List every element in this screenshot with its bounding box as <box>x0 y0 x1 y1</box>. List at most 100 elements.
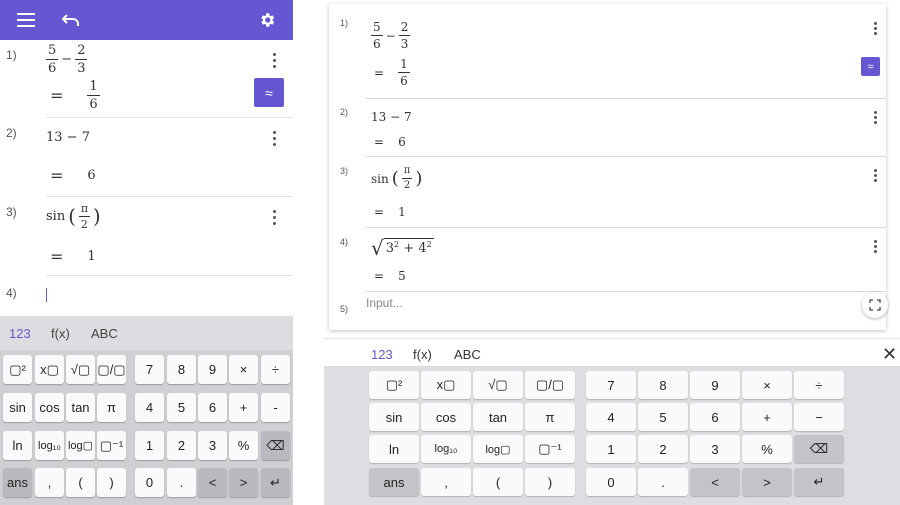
enter-key[interactable]: ↵ <box>794 468 844 496</box>
square-key[interactable]: ▢² <box>369 371 419 399</box>
fraction-key[interactable]: ▢/▢ <box>97 355 126 384</box>
approx-button[interactable]: ≈ <box>861 57 880 76</box>
close-icon[interactable]: ✕ <box>882 345 897 363</box>
tab-abc[interactable]: ABC <box>91 326 118 341</box>
key-5[interactable]: 5 <box>638 403 688 431</box>
open-paren-key[interactable]: ( <box>66 468 95 497</box>
key-2[interactable]: 2 <box>167 431 196 460</box>
input-placeholder[interactable]: Input... <box>366 296 403 310</box>
tan-key[interactable]: tan <box>473 403 523 431</box>
decimal-key[interactable]: . <box>638 468 688 496</box>
sqrt-key[interactable]: √▢ <box>66 355 95 384</box>
key-7[interactable]: 7 <box>135 355 164 384</box>
power-key[interactable]: x▢ <box>35 355 64 384</box>
key-8[interactable]: 8 <box>638 371 688 399</box>
expression-row-4[interactable]: 4) <box>0 276 293 316</box>
divide-key[interactable]: ÷ <box>261 355 290 384</box>
backspace-key[interactable]: ⌫ <box>261 431 290 460</box>
divide-key[interactable]: ÷ <box>794 371 844 399</box>
inverse-key[interactable]: ▢⁻¹ <box>525 435 575 463</box>
kebab-icon[interactable] <box>269 210 279 225</box>
key-1[interactable]: 1 <box>586 435 636 463</box>
multiply-key[interactable]: × <box>742 371 792 399</box>
tab-abc[interactable]: ABC <box>454 347 481 362</box>
kebab-icon[interactable] <box>871 169 879 182</box>
key-5[interactable]: 5 <box>167 393 196 422</box>
expression-input[interactable]: 56 − 23 <box>46 43 88 75</box>
right-arrow-key[interactable]: > <box>742 468 792 496</box>
key-0[interactable]: 0 <box>586 468 636 496</box>
kebab-icon[interactable] <box>871 240 879 253</box>
backspace-key[interactable]: ⌫ <box>794 435 844 463</box>
expression-row-2[interactable]: 2) 13 − 7 = 6 <box>0 118 293 197</box>
expression-input[interactable]: sin ( π2 ) <box>46 203 101 230</box>
plus-key[interactable]: + <box>742 403 792 431</box>
tab-fx[interactable]: f(x) <box>51 326 70 341</box>
percent-key[interactable]: % <box>229 431 258 460</box>
key-3[interactable]: 3 <box>198 431 227 460</box>
key-2[interactable]: 2 <box>638 435 688 463</box>
key-3[interactable]: 3 <box>690 435 740 463</box>
key-4[interactable]: 4 <box>586 403 636 431</box>
expression-input[interactable]: 56 − 23 <box>371 20 411 50</box>
kebab-icon[interactable] <box>269 53 279 68</box>
key-6[interactable]: 6 <box>690 403 740 431</box>
sqrt-key[interactable]: √▢ <box>473 371 523 399</box>
key-8[interactable]: 8 <box>167 355 196 384</box>
ln-key[interactable]: ln <box>3 431 32 460</box>
kebab-icon[interactable] <box>871 22 879 35</box>
expression-input[interactable]: 13 − 7 <box>371 110 412 124</box>
comma-key[interactable]: , <box>421 468 471 496</box>
ln-key[interactable]: ln <box>369 435 419 463</box>
undo-icon[interactable] <box>59 8 83 32</box>
key-6[interactable]: 6 <box>198 393 227 422</box>
approx-button[interactable]: ≈ <box>254 78 284 107</box>
expression-input[interactable]: 13 − 7 <box>46 130 90 145</box>
comma-key[interactable]: , <box>35 468 64 497</box>
minus-key[interactable]: − <box>794 403 844 431</box>
key-9[interactable]: 9 <box>690 371 740 399</box>
power-key[interactable]: x▢ <box>421 371 471 399</box>
percent-key[interactable]: % <box>742 435 792 463</box>
tab-fx[interactable]: f(x) <box>413 347 432 362</box>
log-base-key[interactable]: log▢ <box>66 431 95 460</box>
hamburger-icon[interactable] <box>14 8 38 32</box>
plus-key[interactable]: + <box>229 393 258 422</box>
key-1[interactable]: 1 <box>135 431 164 460</box>
key-0[interactable]: 0 <box>135 468 164 497</box>
expression-input[interactable]: sin ( π2 ) <box>371 166 422 191</box>
inverse-key[interactable]: ▢⁻¹ <box>97 431 126 460</box>
ans-key[interactable]: ans <box>3 468 32 497</box>
fraction-key[interactable]: ▢/▢ <box>525 371 575 399</box>
expression-row-3[interactable]: 3) sin ( π2 ) = 1 <box>0 197 293 276</box>
gear-icon[interactable] <box>255 8 279 32</box>
tan-key[interactable]: tan <box>66 393 95 422</box>
tab-123[interactable]: 123 <box>371 347 393 362</box>
kebab-icon[interactable] <box>269 131 279 146</box>
minus-key[interactable]: - <box>261 393 290 422</box>
ans-key[interactable]: ans <box>369 468 419 496</box>
multiply-key[interactable]: × <box>229 355 258 384</box>
close-paren-key[interactable]: ) <box>525 468 575 496</box>
log10-key[interactable]: log₁₀ <box>421 435 471 463</box>
close-paren-key[interactable]: ) <box>97 468 126 497</box>
fullscreen-icon[interactable] <box>862 292 888 318</box>
left-arrow-key[interactable]: < <box>690 468 740 496</box>
right-arrow-key[interactable]: > <box>229 468 258 497</box>
expression-row-1[interactable]: 1) 56 − 23 = 16 <box>0 40 293 118</box>
expression-input[interactable]: √ 32 + 42 <box>371 238 434 258</box>
key-7[interactable]: 7 <box>586 371 636 399</box>
decimal-key[interactable]: . <box>167 468 196 497</box>
pi-key[interactable]: π <box>97 393 126 422</box>
square-key[interactable]: ▢² <box>3 355 32 384</box>
cos-key[interactable]: cos <box>35 393 64 422</box>
cos-key[interactable]: cos <box>421 403 471 431</box>
open-paren-key[interactable]: ( <box>473 468 523 496</box>
sin-key[interactable]: sin <box>369 403 419 431</box>
log10-key[interactable]: log₁₀ <box>35 431 64 460</box>
tab-123[interactable]: 123 <box>9 326 31 341</box>
key-9[interactable]: 9 <box>198 355 227 384</box>
left-arrow-key[interactable]: < <box>198 468 227 497</box>
enter-key[interactable]: ↵ <box>261 468 290 497</box>
pi-key[interactable]: π <box>525 403 575 431</box>
